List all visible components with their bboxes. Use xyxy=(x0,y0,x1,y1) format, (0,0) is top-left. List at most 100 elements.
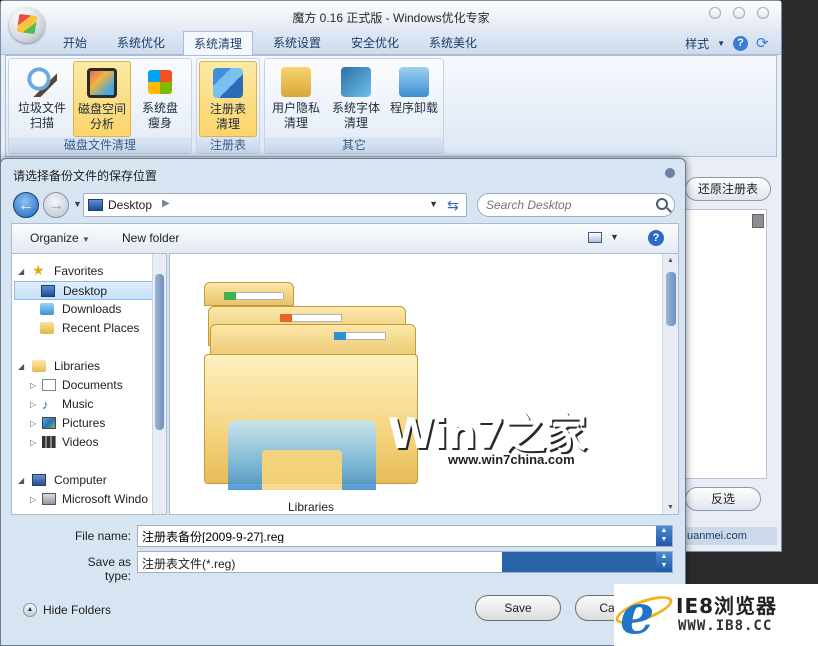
invert-selection-button[interactable]: 反选 xyxy=(685,487,761,511)
refresh-icon[interactable]: ⇆ xyxy=(447,197,459,214)
chevron-down-icon[interactable]: ▼ xyxy=(429,199,438,209)
file-name-field[interactable]: ▲▼ xyxy=(137,525,673,547)
ribbon-tabs: 开始 系统优化 系统清理 系统设置 安全优化 系统美化 样式 ▼ ? ⟳ xyxy=(1,31,781,56)
tab-system-beautify[interactable]: 系统美化 xyxy=(419,31,487,55)
restore-registry-button[interactable]: 还原注册表 xyxy=(685,177,771,201)
maximize-button[interactable] xyxy=(733,7,745,19)
libraries-folder-icon[interactable] xyxy=(204,274,418,490)
nav-label: Music xyxy=(62,397,94,411)
help-icon[interactable]: ? xyxy=(648,230,664,246)
search-box[interactable] xyxy=(477,193,675,217)
save-button[interactable]: Save xyxy=(475,595,561,621)
group-label: 磁盘文件清理 xyxy=(9,137,191,153)
address-bar[interactable]: Desktop ▶ ▼ xyxy=(83,193,467,217)
nav-label: Documents xyxy=(62,378,123,392)
tab-system-optimize[interactable]: 系统优化 xyxy=(107,31,175,55)
nav-label: Downloads xyxy=(62,302,122,316)
system-disk-slim-button[interactable]: 系统盘 瘦身 xyxy=(131,61,189,137)
font-clean-button[interactable]: 系统字体 清理 xyxy=(327,61,385,137)
tab-security-optimize[interactable]: 安全优化 xyxy=(341,31,409,55)
help-icon[interactable]: ? xyxy=(733,36,748,51)
expand-triangle-icon[interactable]: ◢ xyxy=(18,357,24,376)
nav-label: Pictures xyxy=(62,416,106,430)
registry-list[interactable] xyxy=(685,209,767,479)
expand-triangle-icon[interactable]: ◢ xyxy=(18,471,24,490)
btn-line1: 系统字体 xyxy=(331,101,380,115)
junk-scan-button[interactable]: 垃圾文件 扫描 xyxy=(13,61,71,137)
organize-menu[interactable]: Organize ▼ xyxy=(30,231,90,245)
file-list-pane[interactable]: Libraries ▲ ▼ xyxy=(169,253,679,515)
address-text: Desktop xyxy=(108,198,153,212)
chevron-down-icon: ▼ xyxy=(82,235,90,244)
nav-scrollbar[interactable] xyxy=(152,254,166,514)
expand-triangle-icon[interactable]: ▷ xyxy=(30,414,36,433)
pictures-icon xyxy=(42,417,56,429)
nav-label: Microsoft Windo xyxy=(62,492,149,506)
rubik-cube-logo-icon[interactable] xyxy=(9,7,45,43)
file-name-dropdown[interactable]: ▲ ▼ xyxy=(656,526,672,546)
dialog-close-button[interactable] xyxy=(665,168,675,178)
downloads-icon xyxy=(40,303,54,315)
btn-line2: 清理 xyxy=(283,116,308,130)
chevron-down-icon[interactable]: ▼ xyxy=(610,232,619,242)
search-input[interactable] xyxy=(486,198,646,212)
tab-system-settings[interactable]: 系统设置 xyxy=(263,31,331,55)
expand-triangle-icon[interactable]: ▷ xyxy=(30,490,36,509)
view-options-icon[interactable] xyxy=(588,232,602,243)
close-button[interactable] xyxy=(757,7,769,19)
nav-label: Videos xyxy=(62,435,99,449)
ribbon-group-registry: 注册表 清理 注册表 xyxy=(196,58,260,154)
navigation-pane: ◢ ★ Favorites Desktop Downloads Recent P… xyxy=(11,253,167,515)
btn-line1: 注册表 xyxy=(209,102,246,116)
btn-line1: 程序卸载 xyxy=(389,101,438,115)
uninstall-button[interactable]: 程序卸载 xyxy=(385,61,443,137)
lock-icon xyxy=(281,67,311,97)
group-label: 注册表 xyxy=(197,137,259,153)
nav-item-desktop[interactable]: Desktop xyxy=(14,281,154,300)
style-menu[interactable]: 样式 ▼ ? ⟳ xyxy=(685,35,771,52)
computer-icon xyxy=(32,474,46,486)
forward-arrow-icon[interactable]: → xyxy=(43,192,69,218)
star-icon: ★ xyxy=(32,262,45,278)
ie-logo-icon: e xyxy=(620,582,655,646)
file-name-input[interactable] xyxy=(142,529,642,543)
tab-start[interactable]: 开始 xyxy=(53,31,97,55)
font-icon xyxy=(341,67,371,97)
chevron-up-icon: ▲ xyxy=(23,603,37,617)
recent-locations-dropdown[interactable]: ▼ xyxy=(73,199,82,209)
disk-chart-icon xyxy=(87,68,117,98)
expand-triangle-icon[interactable]: ▷ xyxy=(30,395,36,414)
disk-space-analyze-button[interactable]: 磁盘空间 分析 xyxy=(73,61,131,137)
minimize-button[interactable] xyxy=(709,7,721,19)
group-label: 其它 xyxy=(265,137,443,153)
expand-triangle-icon[interactable]: ▷ xyxy=(30,376,36,395)
save-type-dropdown[interactable]: ▲ ▼ xyxy=(656,552,672,572)
file-list-scrollbar[interactable]: ▲ ▼ xyxy=(662,254,678,514)
expand-triangle-icon[interactable]: ◢ xyxy=(18,262,24,281)
drive-icon xyxy=(42,493,56,505)
desktop-icon xyxy=(88,199,103,211)
ribbon-group-other: 用户隐私 清理 系统字体 清理 程序卸载 其它 xyxy=(264,58,444,154)
privacy-clean-button[interactable]: 用户隐私 清理 xyxy=(267,61,325,137)
btn-line1: 用户隐私 xyxy=(271,101,320,115)
breadcrumb-arrow-icon[interactable]: ▶ xyxy=(162,198,170,209)
save-type-select[interactable]: 注册表文件(*.reg) ▲ ▼ xyxy=(137,551,673,573)
refresh-icon[interactable]: ⟳ xyxy=(756,36,771,51)
btn-line1: 磁盘空间 xyxy=(77,102,126,116)
search-icon[interactable] xyxy=(656,198,668,210)
scrollbar[interactable] xyxy=(752,214,764,228)
btn-line2: 瘦身 xyxy=(147,116,172,130)
registry-clean-button[interactable]: 注册表 清理 xyxy=(199,61,257,137)
nav-label: Desktop xyxy=(63,284,108,298)
organize-label: Organize xyxy=(30,231,79,245)
tab-system-clean[interactable]: 系统清理 xyxy=(183,31,254,56)
magnifier-icon xyxy=(27,67,57,97)
style-label: 样式 xyxy=(685,37,710,51)
ribbon-group-disk-clean: 垃圾文件 扫描 磁盘空间 分析 系统盘 瘦身 磁盘文件清理 xyxy=(8,58,192,154)
expand-triangle-icon[interactable]: ▷ xyxy=(30,433,36,452)
ie8-url: WWW.IB8.CC xyxy=(678,618,773,634)
back-arrow-icon[interactable]: ← xyxy=(13,192,39,218)
new-folder-button[interactable]: New folder xyxy=(122,231,179,245)
chevron-down-icon: ▼ xyxy=(717,39,725,48)
desktop-icon xyxy=(41,285,55,297)
